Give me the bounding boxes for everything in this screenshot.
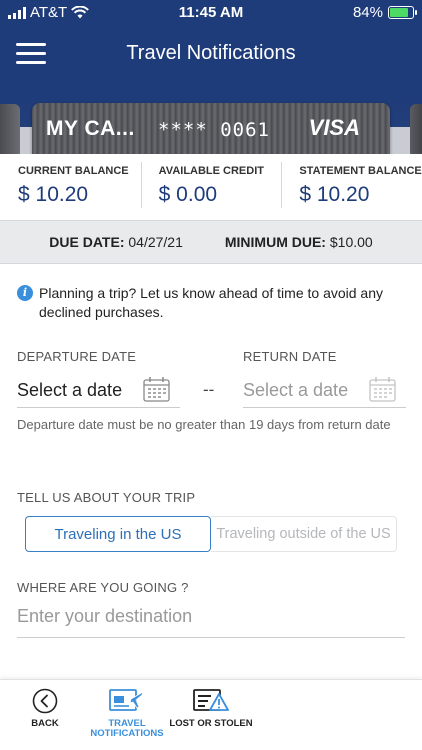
- card-brand-logo: VISA: [308, 115, 360, 140]
- departure-date-label: DEPARTURE DATE: [17, 349, 137, 364]
- due-date-label: DUE DATE:: [49, 234, 125, 250]
- minimum-due: MINIMUM DUE: $10.00: [225, 234, 373, 250]
- info-icon: i: [17, 285, 33, 301]
- balance-summary: CURRENT BALANCE $ 10.20 AVAILABLE CREDIT…: [0, 154, 422, 220]
- battery-percent: 84%: [352, 4, 383, 21]
- battery-status: 84%: [352, 4, 417, 21]
- date-hint-text: Departure date must be no greater than 1…: [17, 417, 391, 432]
- calendar-icon[interactable]: [369, 376, 396, 402]
- current-balance: CURRENT BALANCE $ 10.20: [0, 154, 141, 220]
- card-carousel[interactable]: MY CA... **** 0061 VISA: [0, 100, 422, 154]
- due-info-bar: DUE DATE: 04/27/21 MINIMUM DUE: $10.00: [0, 220, 422, 264]
- statement-balance-value: $ 10.20: [299, 183, 370, 206]
- available-credit: AVAILABLE CREDIT $ 0.00: [140, 154, 282, 220]
- trip-info-message: i Planning a trip? Let us know ahead of …: [17, 284, 407, 322]
- trip-type-toggle: Traveling in the US Traveling outside of…: [25, 516, 397, 552]
- statement-balance: STATEMENT BALANCE $ 10.20: [281, 154, 422, 220]
- credit-card[interactable]: MY CA... **** 0061 VISA: [32, 103, 390, 154]
- destination-input[interactable]: [17, 596, 405, 627]
- departure-date-field[interactable]: Select a date: [17, 372, 180, 408]
- battery-icon: [388, 6, 417, 19]
- return-date-field[interactable]: Select a date: [243, 372, 406, 408]
- due-date-value: 04/27/21: [128, 234, 183, 250]
- tab-travel-notifications-label: TRAVEL NOTIFICATIONS: [90, 718, 164, 739]
- calendar-icon[interactable]: [143, 376, 170, 402]
- tab-back-label: BACK: [31, 718, 59, 729]
- app-header: AT&T 11:45 AM 84% Travel Notifications: [0, 0, 422, 100]
- traveling-outside-us-option[interactable]: Traveling outside of the US: [211, 516, 397, 552]
- available-credit-value: $ 0.00: [158, 183, 218, 206]
- tab-travel-notifications[interactable]: TRAVEL NOTIFICATIONS: [82, 688, 172, 739]
- info-text: Planning a trip? Let us know ahead of ti…: [39, 285, 383, 320]
- card-previous[interactable]: [0, 104, 20, 154]
- card-name: MY CA...: [46, 117, 135, 140]
- return-date-value: Select a date: [243, 380, 349, 400]
- back-arrow-icon: [32, 688, 58, 714]
- lost-stolen-icon: [193, 689, 229, 711]
- tab-back[interactable]: BACK: [0, 688, 90, 729]
- return-date-label: RETURN DATE: [243, 349, 337, 364]
- tab-lost-or-stolen-label: LOST OR STOLEN: [169, 718, 253, 729]
- card-number: **** 0061: [158, 119, 270, 141]
- current-balance-label: CURRENT BALANCE: [18, 165, 129, 177]
- destination-field: [17, 596, 405, 638]
- tab-lost-or-stolen[interactable]: LOST OR STOLEN: [166, 688, 256, 729]
- current-balance-value: $ 10.20: [18, 183, 89, 206]
- departure-date-value: Select a date: [17, 380, 123, 400]
- travel-notifications-icon: [109, 689, 144, 711]
- minimum-due-label: MINIMUM DUE:: [224, 234, 326, 250]
- status-bar: AT&T 11:45 AM 84%: [0, 0, 422, 26]
- traveling-in-us-option[interactable]: Traveling in the US: [25, 516, 211, 552]
- date-separator: --: [203, 380, 215, 399]
- minimum-due-value: $10.00: [329, 234, 373, 250]
- available-credit-label: AVAILABLE CREDIT: [158, 165, 264, 177]
- destination-label: WHERE ARE YOU GOING ?: [17, 580, 189, 595]
- bottom-tab-bar: BACK TRAVEL NOTIFICATIONS LOST OR STOLEN: [0, 679, 422, 750]
- page-title: Travel Notifications: [126, 42, 296, 64]
- due-date: DUE DATE: 04/27/21: [49, 234, 183, 250]
- statement-balance-label: STATEMENT BALANCE: [299, 165, 422, 177]
- card-next[interactable]: [410, 104, 422, 154]
- trip-type-label: TELL US ABOUT YOUR TRIP: [17, 490, 196, 505]
